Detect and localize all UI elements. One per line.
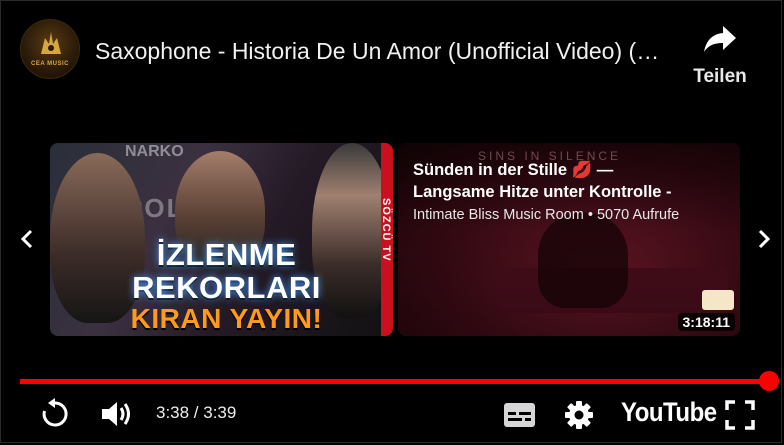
end-screen-card-right[interactable]: SINS IN SILENCE Sünden in der Stille 💋 —… <box>398 143 740 336</box>
channel-avatar[interactable]: CEA MUSIC <box>20 19 80 79</box>
gear-icon[interactable] <box>564 400 594 430</box>
duration-badge: 3:18:11 <box>677 313 735 331</box>
fullscreen-icon[interactable] <box>725 400 755 430</box>
channel-strip-text: SÖZCÜ TV <box>380 198 392 262</box>
thumbnail-headline-1: İZLENME <box>156 237 297 272</box>
end-screen-card-left[interactable]: NARKO POLIS SÖZCÜ TV İZLENME REKORLARI K… <box>50 143 393 336</box>
video-title[interactable]: Saxophone - Historia De Un Amor (Unoffic… <box>95 36 670 66</box>
volume-icon[interactable] <box>100 398 134 430</box>
progress-scrubber[interactable] <box>759 371 779 391</box>
replay-icon[interactable] <box>38 397 72 431</box>
share-icon <box>704 26 736 52</box>
card-title-line-2: Langsame Hitze unter Kontrolle - <box>413 183 672 201</box>
progress-bar[interactable] <box>20 379 769 384</box>
youtube-logo[interactable]: YouTube <box>621 397 717 428</box>
chevron-left-icon[interactable] <box>14 226 40 252</box>
card-meta: Intimate Bliss Music Room • 5070 Aufrufe <box>413 207 680 223</box>
channel-avatar-text: CEA MUSIC <box>31 61 69 67</box>
thumbnail-headline-3: KIRAN YAYIN! <box>130 303 323 334</box>
card-title: Sünden in der Stille 💋 — Langsame Hitze … <box>413 159 731 203</box>
thumbnail-brand-text: NARKO <box>125 143 184 160</box>
time-display: 3:38 / 3:39 <box>156 403 237 422</box>
progress-fill <box>20 379 769 384</box>
thumbnail-headline-2: REKORLARI <box>132 270 321 305</box>
share-button[interactable]: Teilen <box>685 22 755 90</box>
channel-badge <box>702 290 734 310</box>
channel-strip: SÖZCÜ TV <box>380 143 393 336</box>
subtitles-icon[interactable] <box>503 402 536 428</box>
share-label: Teilen <box>693 66 747 87</box>
card-title-line-1: Sünden in der Stille 💋 — <box>413 161 614 179</box>
channel-logo-icon <box>41 32 61 54</box>
chevron-right-icon[interactable] <box>751 226 777 252</box>
